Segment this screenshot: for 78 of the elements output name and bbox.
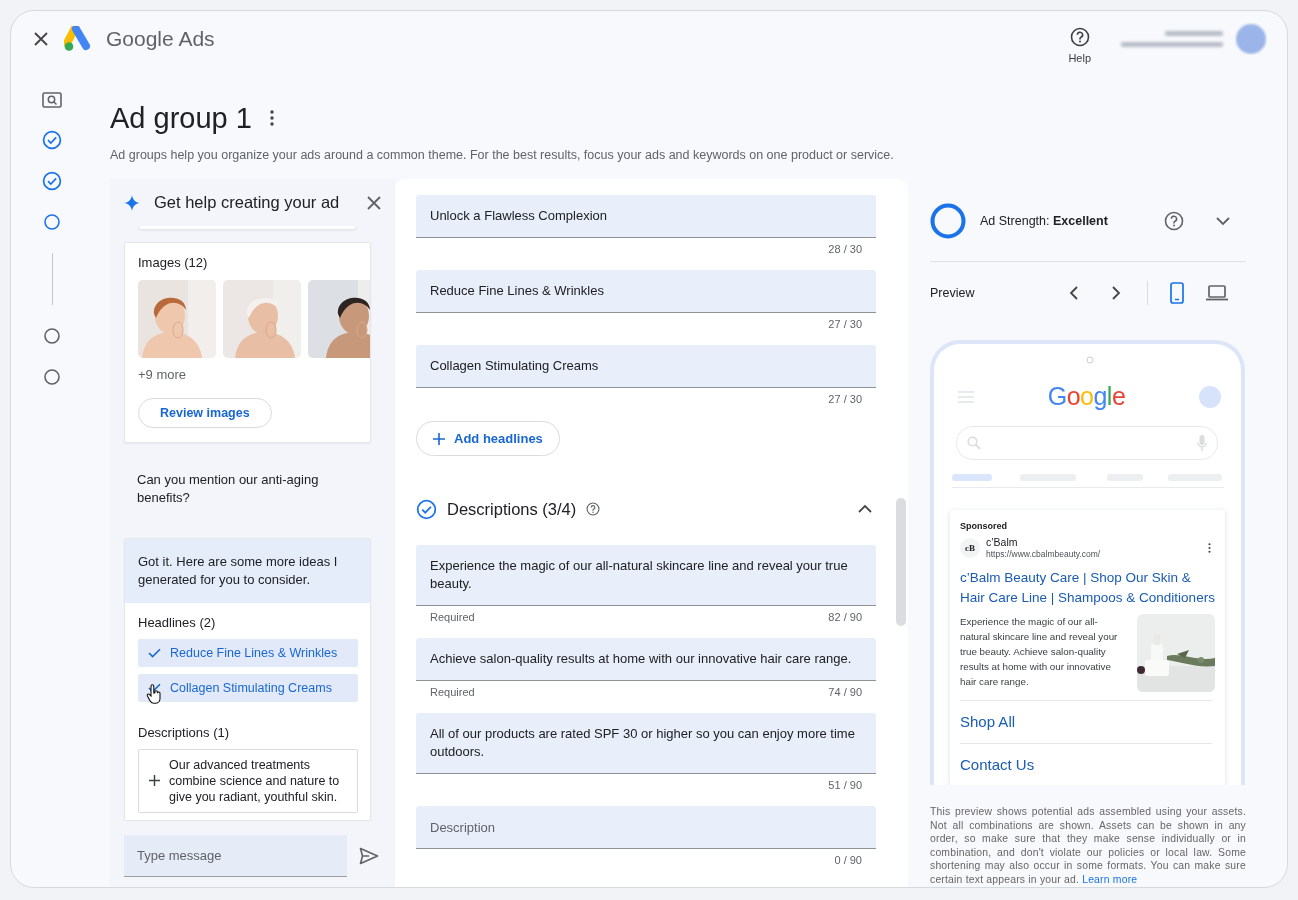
phone-icon [1170,282,1184,304]
headlines-label: Headlines (2) [138,613,217,632]
advertiser-name: c’Balm [986,536,1019,548]
search-preview-icon[interactable] [42,91,62,109]
ad-headline-link[interactable]: c’Balm Beauty Care | Shop Our Skin & Hair Care Line | Shampoos & Conditioners [960,568,1215,608]
help-icon[interactable] [1164,211,1184,231]
page-title: Ad group 1 [110,101,252,136]
headline-field[interactable]: Reduce Fine Lines & Wrinkles [416,270,876,313]
scrollbar[interactable] [896,498,906,626]
more-count: +9 more [138,366,188,383]
sitelink[interactable]: Contact Us [960,743,1212,785]
close-icon[interactable] [367,195,381,210]
menu-icon [958,390,974,403]
preview-label: Preview [930,286,976,300]
chevron-right-icon[interactable] [1109,286,1123,300]
headline-field[interactable]: Unlock a Flawless Complexion [416,195,876,238]
character-count: 51 / 90 [828,779,862,791]
check-circle-icon[interactable] [42,130,62,150]
more-icon[interactable] [1208,543,1211,553]
check-circle-icon[interactable] [42,171,62,191]
strength-ring-icon [930,203,966,239]
help-icon[interactable] [586,502,601,516]
headline-suggestion-chip[interactable]: Reduce Fine Lines & Wrinkles [138,638,358,667]
sparkle-icon [124,194,140,211]
section-title: Descriptions (3/4) [447,499,577,519]
description-suggestion[interactable]: Our advanced treatments combine science and nature to give you radiant, youthful skin. [138,748,358,813]
chevron-left-icon[interactable] [1067,286,1081,300]
character-count: 27 / 30 [828,393,862,405]
sponsored-label: Sponsored [960,520,1008,532]
ad-description: Experience the magic of our all-natural skincare line and reveal your true beauty. Achieve salon-quality results at home with our innovative hair care range. [960,615,1119,689]
help-icon[interactable] [1069,26,1090,47]
phone-view-button[interactable] [1170,282,1184,304]
close-icon[interactable] [34,32,48,46]
hand-cursor-icon [146,683,162,704]
camera-icon [1086,356,1094,364]
description-field[interactable]: Description [416,806,876,849]
brand-logo: cB [960,538,980,558]
ad-strength-label: Ad Strength: Excellent [980,214,1109,228]
search-icon [967,436,981,450]
circle-icon[interactable] [42,326,62,346]
description-field[interactable]: All of our products are rated SPF 30 or higher so you can enjoy more time outdoors. [416,713,876,774]
character-count: 28 / 30 [828,243,862,255]
sitelink[interactable]: Shop All [960,700,1212,743]
message-input[interactable]: Type message [124,835,347,877]
description-field[interactable]: Achieve salon-quality results at home with our innovative hair care range. [416,638,876,681]
plus-icon [149,775,160,787]
check-icon [148,647,161,658]
page-description: Ad groups help you organize your ads around a common theme. For the best results, focus your ads and keywords on one product or service. [110,147,895,163]
panel-title: Get help creating your ad [154,193,341,212]
required-label: Required [430,686,475,698]
send-icon[interactable] [359,847,379,865]
advertiser-url: https://www.cbalmbeauty.com/ [986,548,1101,560]
descriptions-label: Descriptions (1) [138,723,231,742]
laptop-icon [1206,285,1228,301]
assistant-message: Got it. Here are some more ideas I generated for you to consider. [125,538,370,603]
circle-icon[interactable] [42,367,62,387]
character-count: 0 / 90 [834,854,862,866]
plus-icon [433,432,445,445]
images-label: Images (12) [138,253,209,272]
more-icon[interactable] [269,110,274,126]
user-message: Can you mention our anti-aging benefits? [137,470,320,507]
chevron-down-icon[interactable] [1216,214,1230,228]
app-title: Google Ads [106,27,215,51]
headline-field[interactable]: Collagen Stimulating Creams [416,345,876,388]
microphone-icon [1197,435,1207,451]
character-count: 74 / 90 [828,686,862,698]
circle-icon[interactable] [42,212,62,232]
avatar-icon [1199,385,1221,408]
headline-suggestion-chip[interactable]: Collagen Stimulating Creams [138,673,358,702]
disclaimer-text: This preview shows potential ads assembled using your assets. Not all combinations are shown. Assets can be shown in any order, so make sure that they make sense individually or in combination, and don't violate our policies or local law. Some shortening may also occur in some formats. You can make sure certain text appears in your ad. Learn more [930,805,1246,886]
required-label: Required [430,611,475,623]
description-field[interactable]: Experience the magic of our all-natural skincare line and reveal your true beauty. [416,545,876,606]
desktop-view-button[interactable] [1206,285,1228,301]
character-count: 27 / 30 [828,318,862,330]
character-count: 82 / 90 [828,611,862,623]
help-button[interactable]: Help [1062,22,1097,68]
search-logo: Google [1047,382,1126,411]
learn-more-link[interactable]: Learn more [1082,873,1138,885]
